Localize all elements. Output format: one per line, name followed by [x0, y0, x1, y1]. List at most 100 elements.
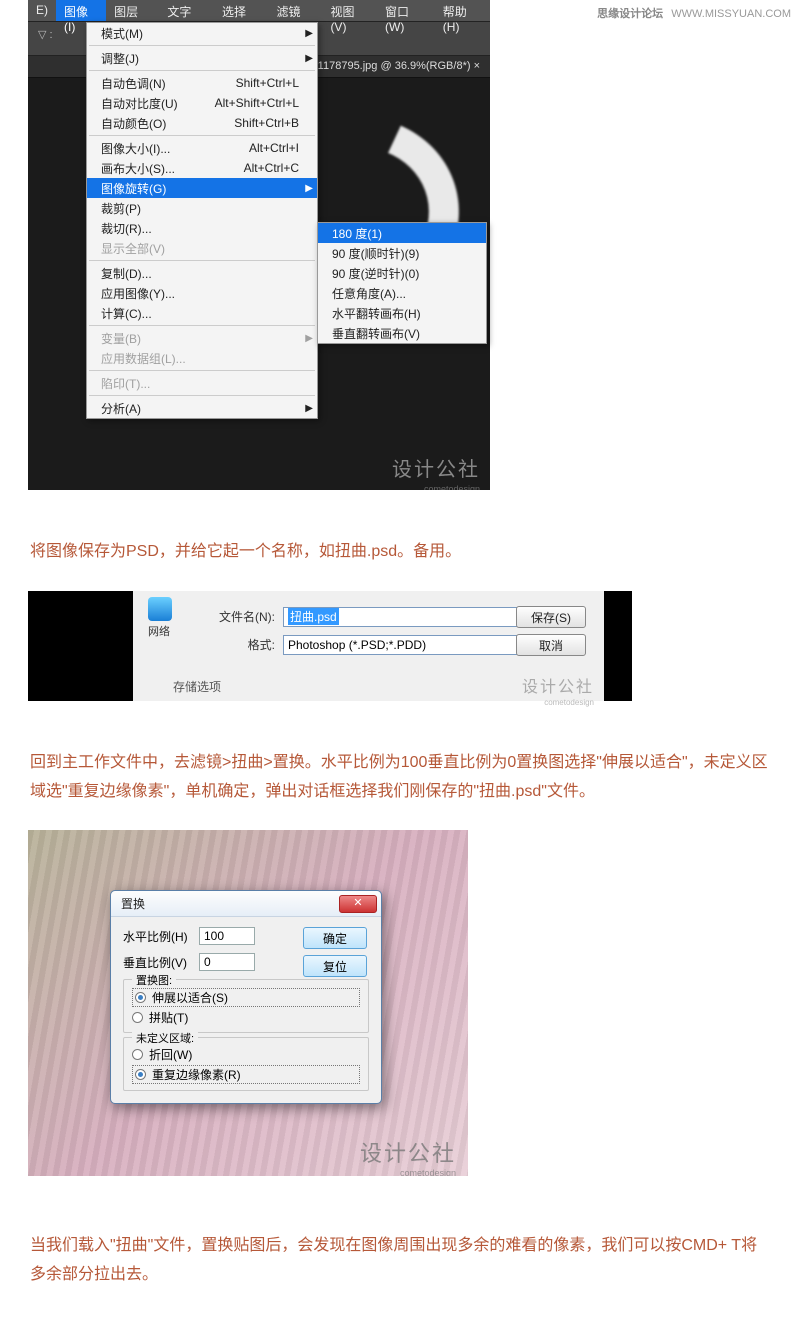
- menu-item-label: 分析(A): [101, 400, 141, 417]
- dialog-title: 置换: [121, 895, 145, 912]
- menu-separator: [89, 370, 315, 371]
- tutorial-paragraph-1: 将图像保存为PSD，并给它起一个名称，如扭曲.psd。备用。: [30, 538, 771, 567]
- menu-item-label: 裁剪(P): [101, 200, 141, 217]
- menu-item[interactable]: 计算(C)...: [87, 303, 317, 323]
- menu-item[interactable]: 自动对比度(U) Alt+Shift+Ctrl+L: [87, 93, 317, 113]
- submenu-arrow-icon: ▶: [305, 333, 313, 344]
- radio-tile[interactable]: 拼贴(T): [132, 1009, 360, 1026]
- vscale-label: 垂直比例(V): [123, 954, 199, 971]
- menu-item-label: 应用图像(Y)...: [101, 285, 175, 302]
- menu-item: 应用数据组(L)...: [87, 348, 317, 368]
- menu-图层(L)[interactable]: 图层(L): [106, 0, 159, 21]
- submenu-item[interactable]: 90 度(逆时针)(0): [318, 263, 486, 283]
- ps-menu-bar: E)图像(I)图层(L)文字(Y)选择(S)滤镜(T)视图(V)窗口(W)帮助(…: [28, 0, 490, 22]
- menu-item: 陷印(T)...: [87, 373, 317, 393]
- storage-options-label: 存储选项: [173, 678, 221, 695]
- image-watermark-sub: cometodesign: [544, 698, 594, 707]
- menu-item[interactable]: 自动色调(N)Shift+Ctrl+L: [87, 73, 317, 93]
- menu-shortcut: Shift+Ctrl+L: [236, 76, 299, 90]
- vscale-input[interactable]: [199, 953, 255, 971]
- menu-separator: [89, 260, 315, 261]
- menu-item[interactable]: 画布大小(S)... Alt+Ctrl+C: [87, 158, 317, 178]
- menu-separator: [89, 135, 315, 136]
- radio-repeat-edge[interactable]: 重复边缘像素(R): [132, 1065, 360, 1084]
- network-icon[interactable]: [148, 597, 172, 621]
- close-button[interactable]: ✕: [339, 895, 377, 913]
- menu-item-label: 画布大小(S)...: [101, 160, 175, 177]
- watermark-url: WWW.MISSYUAN.COM: [671, 8, 791, 20]
- displace-dialog: 置换 ✕ 水平比例(H) 确定 垂直比例(V) 复位 置换图: 伸展以适合(S)…: [110, 890, 382, 1104]
- displace-dialog-screenshot: 置换 ✕ 水平比例(H) 确定 垂直比例(V) 复位 置换图: 伸展以适合(S)…: [28, 830, 468, 1176]
- menu-item-label: 显示全部(V): [101, 240, 165, 257]
- submenu-item[interactable]: 90 度(顺时针)(9): [318, 243, 486, 263]
- menu-item[interactable]: 模式(M) ▶: [87, 23, 317, 43]
- menu-item-label: 自动颜色(O): [101, 115, 166, 132]
- submenu-item[interactable]: 水平翻转画布(H): [318, 303, 486, 323]
- menu-shortcut: Alt+Ctrl+C: [244, 161, 299, 175]
- menu-item-label: 裁切(R)...: [101, 220, 152, 237]
- menu-item[interactable]: 分析(A)▶: [87, 398, 317, 418]
- photoshop-screenshot-1: E)图像(I)图层(L)文字(Y)选择(S)滤镜(T)视图(V)窗口(W)帮助(…: [28, 0, 490, 490]
- menu-item: 变量(B) ▶: [87, 328, 317, 348]
- save-dialog-screenshot: 网络 文件名(N): 扭曲.psd ▼ 保存(S) 格式: Photoshop …: [28, 591, 632, 701]
- menu-shortcut: Alt+Ctrl+I: [249, 141, 299, 155]
- menu-item-label: 调整(J): [101, 50, 139, 67]
- group2-label: 未定义区域:: [132, 1030, 198, 1046]
- menu-item[interactable]: 复制(D)...: [87, 263, 317, 283]
- menu-视图(V)[interactable]: 视图(V): [322, 0, 377, 21]
- menu-separator: [89, 70, 315, 71]
- bg-left: [28, 591, 133, 701]
- displacement-map-group: 置换图: 伸展以适合(S) 拼贴(T): [123, 979, 369, 1033]
- menu-item-label: 自动对比度(U): [101, 95, 178, 112]
- menu-滤镜(T)[interactable]: 滤镜(T): [269, 0, 323, 21]
- hscale-input[interactable]: [199, 927, 255, 945]
- submenu-item[interactable]: 垂直翻转画布(V): [318, 323, 486, 343]
- menu-item[interactable]: 图像旋转(G)▶: [87, 178, 317, 198]
- reset-button[interactable]: 复位: [303, 955, 367, 977]
- submenu-item[interactable]: 任意角度(A)...: [318, 283, 486, 303]
- radio-stretch-to-fit[interactable]: 伸展以适合(S): [132, 988, 360, 1007]
- submenu-item[interactable]: 180 度(1): [318, 223, 486, 243]
- menu-item[interactable]: 图像大小(I)...Alt+Ctrl+I: [87, 138, 317, 158]
- radio-label: 伸展以适合(S): [152, 989, 228, 1006]
- dialog-titlebar: 置换 ✕: [111, 891, 381, 917]
- menu-item-label: 陷印(T)...: [101, 375, 150, 392]
- undefined-areas-group: 未定义区域: 折回(W) 重复边缘像素(R): [123, 1037, 369, 1091]
- filename-value: 扭曲.psd: [288, 608, 339, 625]
- menu-item-label: 计算(C)...: [101, 305, 152, 322]
- image-watermark: 设计公社: [392, 453, 480, 482]
- bg-right: [604, 591, 632, 701]
- menu-帮助(H)[interactable]: 帮助(H): [435, 0, 490, 21]
- format-combo[interactable]: Photoshop (*.PSD;*.PDD) ▼: [283, 635, 545, 655]
- save-button[interactable]: 保存(S): [516, 606, 586, 628]
- ok-button[interactable]: 确定: [303, 927, 367, 949]
- image-menu-dropdown: 模式(M)▶调整(J)▶自动色调(N)Shift+Ctrl+L自动对比度(U)A…: [86, 22, 318, 419]
- page-watermark: 思缘设计论坛 WWW.MISSYUAN.COM: [597, 5, 791, 21]
- radio-label: 重复边缘像素(R): [152, 1066, 241, 1083]
- menu-item[interactable]: 裁剪(P): [87, 198, 317, 218]
- radio-wrap[interactable]: 折回(W): [132, 1046, 360, 1063]
- menu-item[interactable]: 应用图像(Y)...: [87, 283, 317, 303]
- submenu-arrow-icon: ▶: [305, 28, 313, 39]
- image-watermark: 设计公社: [522, 673, 594, 697]
- menu-item[interactable]: 裁切(R)...: [87, 218, 317, 238]
- radio-label: 拼贴(T): [149, 1009, 188, 1026]
- menu-item[interactable]: 调整(J)▶: [87, 48, 317, 68]
- image-watermark: 设计公社: [360, 1136, 456, 1168]
- filename-input[interactable]: 扭曲.psd: [283, 607, 545, 627]
- menu-选择(S)[interactable]: 选择(S): [214, 0, 269, 21]
- menu-item-label: 变量(B): [101, 330, 141, 347]
- menu-item-label: 复制(D)...: [101, 265, 152, 282]
- menu-图像(I)[interactable]: 图像(I): [56, 0, 106, 21]
- tutorial-paragraph-3: 当我们载入"扭曲"文件，置换贴图后，会发现在图像周围出现多余的难看的像素，我们可…: [30, 1232, 771, 1290]
- cancel-button[interactable]: 取消: [516, 634, 586, 656]
- menu-separator: [89, 325, 315, 326]
- menu-item-label: 图像旋转(G): [101, 180, 166, 197]
- menu-E)[interactable]: E): [28, 0, 56, 21]
- menu-shortcut: Alt+Shift+Ctrl+L: [215, 96, 299, 110]
- menu-shortcut: Shift+Ctrl+B: [234, 116, 299, 130]
- menu-窗口(W)[interactable]: 窗口(W): [377, 0, 435, 21]
- menu-文字(Y)[interactable]: 文字(Y): [159, 0, 214, 21]
- menu-item[interactable]: 自动颜色(O) Shift+Ctrl+B: [87, 113, 317, 133]
- menu-item-label: 模式(M): [101, 25, 143, 42]
